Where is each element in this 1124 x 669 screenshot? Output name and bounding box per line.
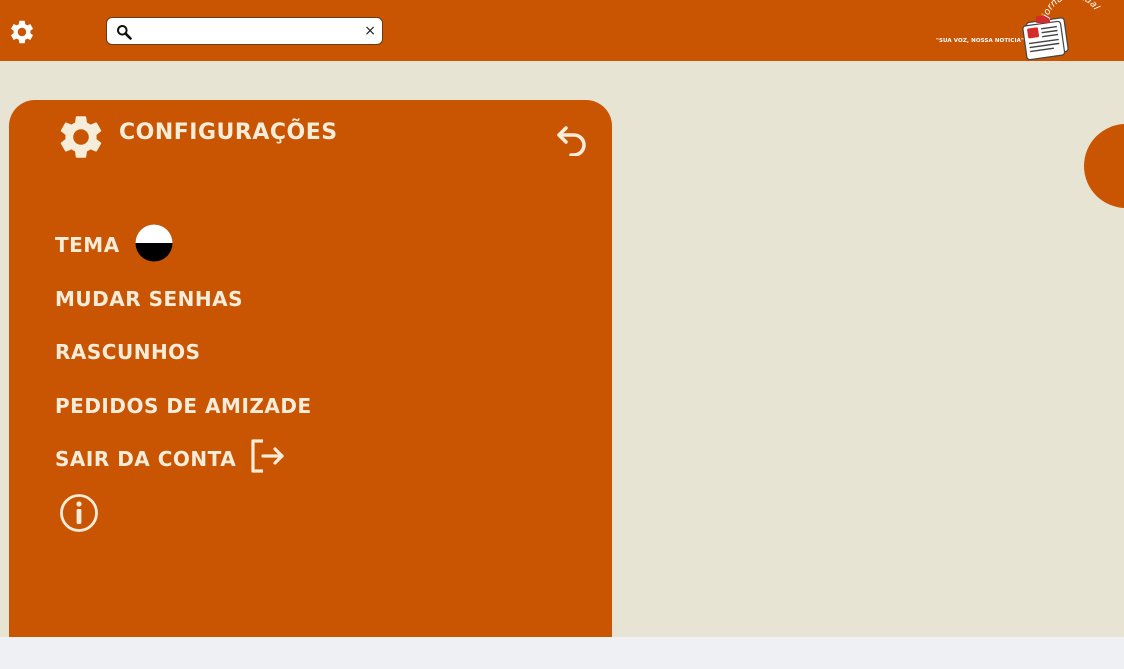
brand-logo: "SUA VOZ, NOSSA NOTICIA" jorn ual (930, 0, 1110, 61)
menu-item-rascunhos[interactable]: RASCUNHOS (55, 339, 201, 365)
half-circle-theme-icon[interactable] (135, 224, 173, 262)
menu-item-mudar-senhas[interactable]: MUDAR SENHAS (55, 286, 243, 312)
brand-tagline: "SUA VOZ, NOSSA NOTICIA" (936, 38, 1024, 44)
menu-item-pedidos-de-amizade[interactable]: PEDIDOS DE AMIZADE (55, 393, 312, 419)
logout-icon[interactable] (249, 438, 289, 474)
brand-wordmark-text: jornal virtual (1040, 0, 1102, 21)
search-bar: × (106, 17, 383, 45)
gear-icon (60, 116, 102, 158)
search-icon (117, 25, 132, 40)
panel-title: CONFIGURAÇÕES (119, 120, 338, 145)
settings-panel: CONFIGURAÇÕES TEMA MUDAR SENHAS RASCUNHO… (9, 100, 612, 637)
brand-wordmark: jornal virtual (1040, 0, 1102, 21)
clear-search-button[interactable]: × (364, 22, 376, 40)
menu-item-sair-da-conta[interactable]: SAIR DA CONTA (55, 446, 236, 472)
side-toggle-tab[interactable] (1084, 124, 1124, 208)
undo-arrow-icon[interactable] (556, 122, 590, 156)
app-window: × "SUA VOZ, NOSSA NOTICIA" jorn ual CONF… (0, 0, 1124, 637)
top-bar: × "SUA VOZ, NOSSA NOTICIA" jorn ual (0, 0, 1124, 61)
info-icon[interactable] (59, 493, 99, 533)
gear-icon[interactable] (8, 18, 36, 46)
search-input[interactable] (137, 21, 357, 41)
menu-item-tema[interactable]: TEMA (55, 232, 120, 258)
svg-text:jornal virtual: jornal virtual (1040, 0, 1102, 21)
